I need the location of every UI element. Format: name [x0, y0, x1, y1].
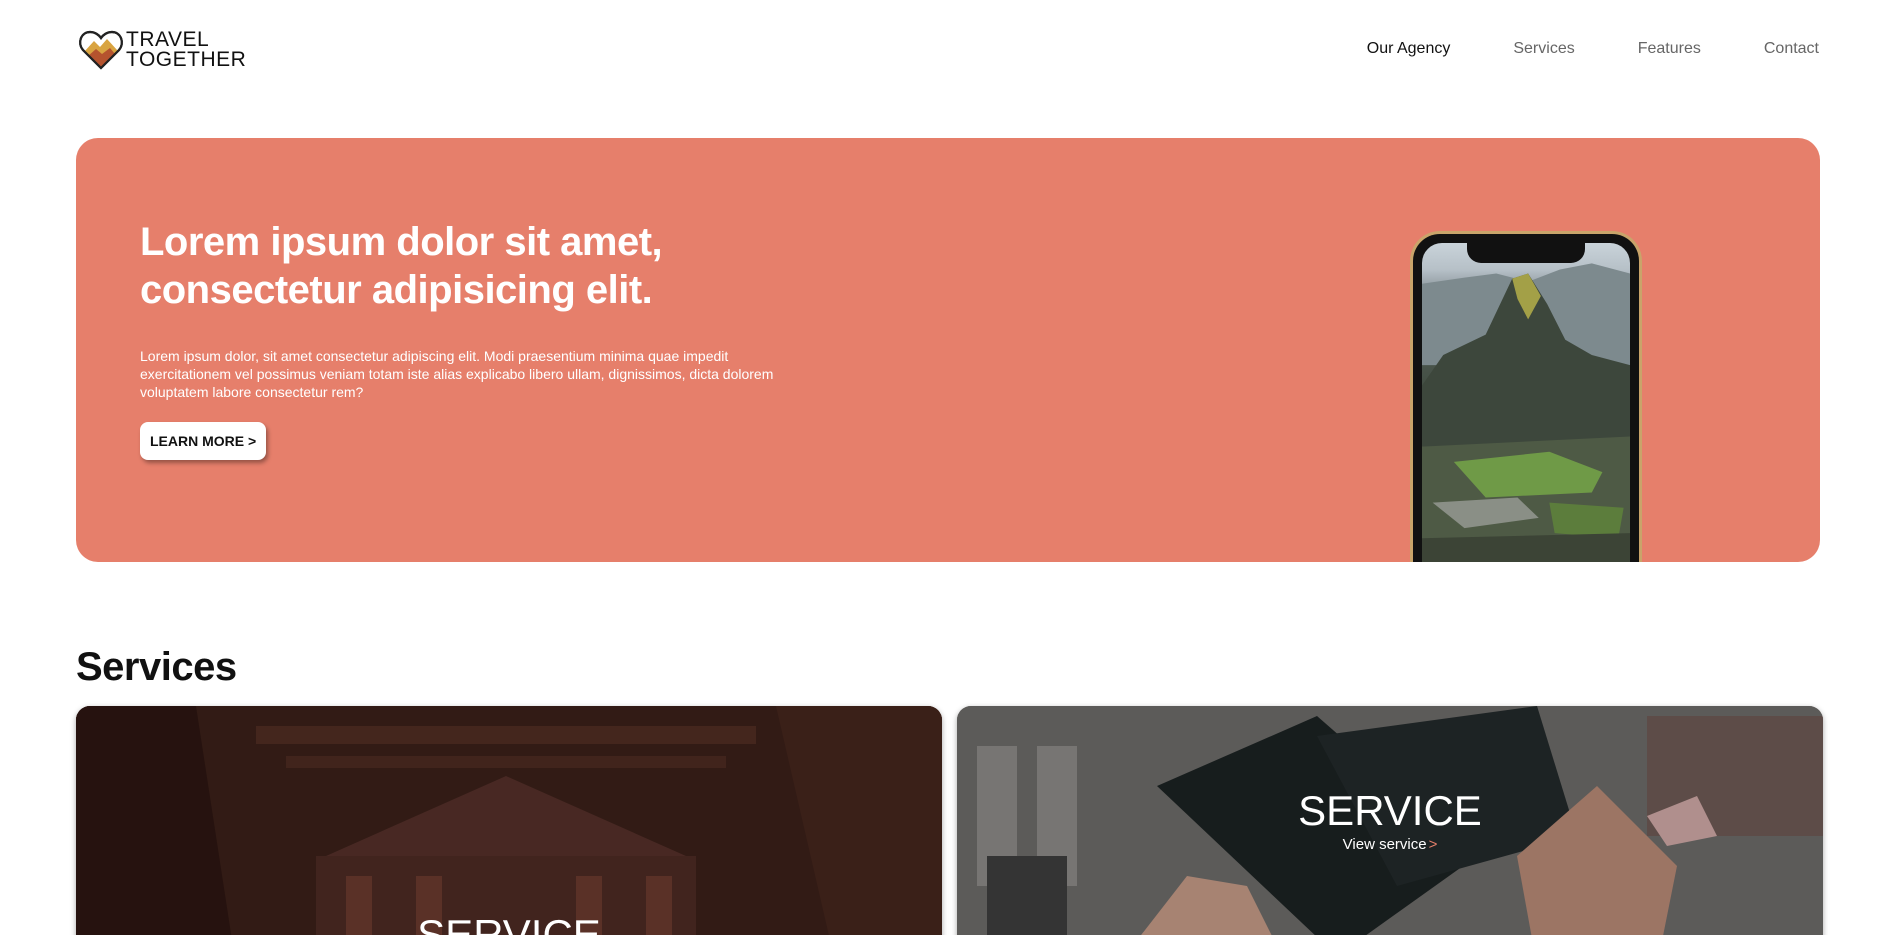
service-card-2[interactable]: SERVICE View service >: [957, 706, 1823, 935]
phone-bezel: [1413, 234, 1639, 562]
hero-title-line-2: consectetur adipisicing elit.: [140, 268, 653, 312]
learn-more-button[interactable]: LEARN MORE >: [140, 422, 267, 460]
service-card-2-title: SERVICE: [1298, 787, 1482, 834]
hero-title-line-1: Lorem ipsum dolor sit amet,: [140, 220, 663, 264]
nav-item-services[interactable]: Services: [1513, 40, 1574, 58]
chevron-right-icon: >: [1428, 836, 1438, 853]
brand-logo[interactable]: TRAVEL TOGETHER: [78, 28, 246, 72]
view-service-link-text: View service: [1342, 836, 1427, 853]
brand-line-2: TOGETHER: [126, 48, 247, 71]
mountain-illustration: [1422, 263, 1630, 562]
services-heading: Services: [76, 645, 237, 689]
service-card-1[interactable]: SERVICE: [76, 706, 942, 935]
card-overlay: [76, 706, 942, 935]
hero-description: Lorem ipsum dolor, sit amet consectetur …: [140, 348, 774, 400]
hero-banner: Lorem ipsum dolor sit amet, consectetur …: [76, 138, 1820, 562]
service-card-2-link[interactable]: View service >: [957, 836, 1823, 853]
phone-mockup: [1410, 231, 1642, 562]
heart-mountain-logo-icon: [79, 30, 123, 70]
nav-item-contact[interactable]: Contact: [1764, 40, 1819, 58]
brand-wordmark: TRAVEL TOGETHER: [126, 28, 247, 71]
main-nav: Our Agency Services Features Contact: [1367, 40, 1819, 58]
nav-item-features[interactable]: Features: [1638, 40, 1701, 58]
brand-line-1: TRAVEL: [126, 28, 210, 51]
phone-notch: [1467, 243, 1585, 263]
service-card-1-title: SERVICE: [417, 911, 601, 935]
site-header: TRAVEL TOGETHER Our Agency Services Feat…: [0, 0, 1891, 100]
phone-screen-mountain-photo: [1422, 243, 1630, 562]
hero-title: Lorem ipsum dolor sit amet, consectetur …: [140, 218, 780, 314]
nav-item-our-agency[interactable]: Our Agency: [1367, 40, 1451, 58]
